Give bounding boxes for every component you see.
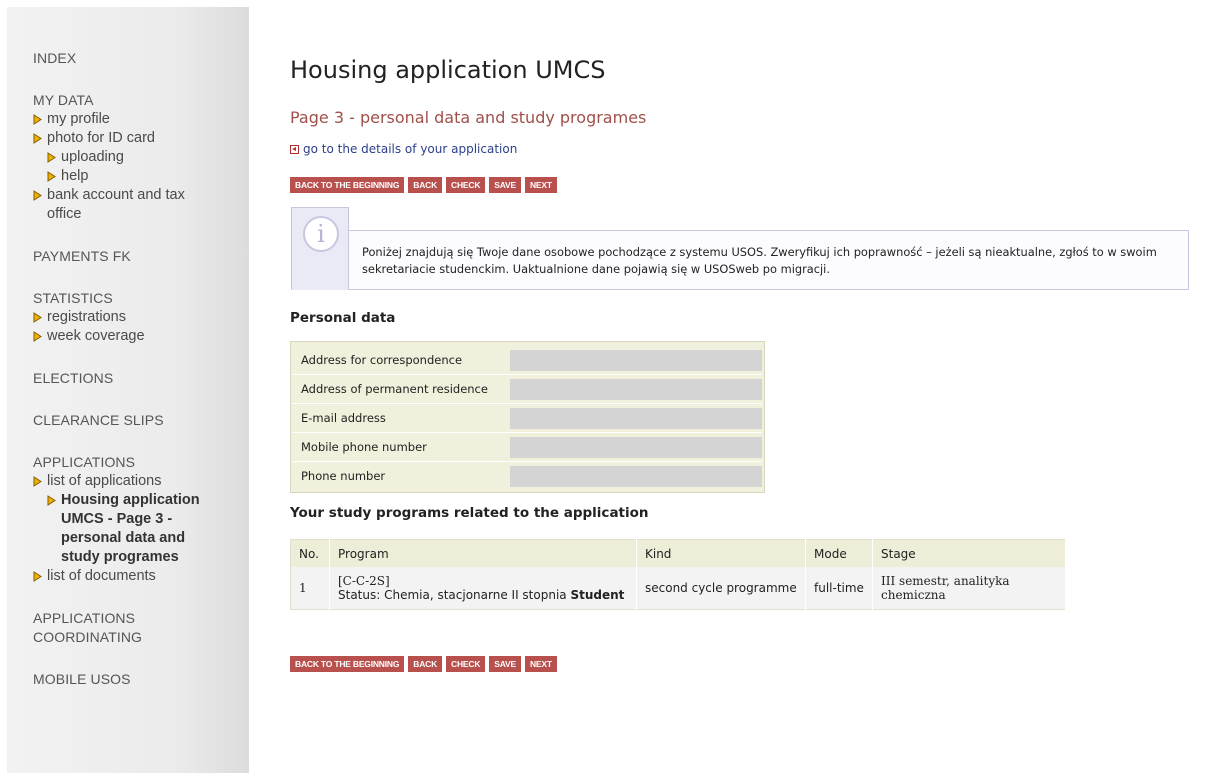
field-label: Address for correspondence (301, 353, 463, 367)
table-row: Phone number (293, 461, 762, 490)
next-button[interactable]: NEXT (524, 656, 557, 672)
table-row: Mobile phone number (293, 432, 762, 461)
mobile-phone-value (509, 436, 762, 458)
sidebar-item-week-coverage[interactable]: week coverage (33, 327, 249, 346)
bullet-icon (33, 476, 42, 487)
info-icon: i (303, 216, 339, 252)
sidebar: INDEX MY DATA my profile photo for ID ca… (7, 7, 249, 773)
sidebar-item-list-of-documents[interactable]: list of documents (33, 567, 249, 586)
sidebar-item-my-profile[interactable]: my profile (33, 110, 249, 129)
sidebar-section-statistics: STATISTICS registrations week coverage (33, 289, 249, 346)
back-to-beginning-button[interactable]: BACK TO THE BEGINNING (290, 656, 405, 672)
sidebar-section-payments: PAYMENTS FK (33, 247, 249, 266)
column-header: Mode (805, 539, 873, 567)
sidebar-section-elections: ELECTIONS (33, 369, 249, 388)
study-programs-table: No. Program Kind Mode Stage 1 [C-C-2S] S… (290, 539, 1066, 610)
program-cell: [C-C-2S] Status: Chemia, stacjonarne II … (329, 567, 637, 610)
bullet-icon (47, 171, 56, 182)
program-status: Status: Chemia, stacjonarne II stopnia S… (338, 588, 625, 602)
sidebar-link-payments[interactable]: PAYMENTS FK (33, 247, 249, 266)
bullet-icon (33, 133, 42, 144)
sidebar-item-photo-id-card[interactable]: photo for ID card (33, 129, 249, 148)
phone-value (509, 465, 762, 487)
sidebar-item-help[interactable]: help (47, 167, 249, 186)
page-subtitle: Page 3 - personal data and study program… (290, 108, 647, 127)
field-label: E-mail address (301, 411, 386, 425)
personal-data-table: Address for correspondence Address of pe… (290, 341, 765, 493)
back-button[interactable]: BACK (408, 177, 443, 193)
bullet-icon (33, 190, 42, 201)
sidebar-link-mobile-usos[interactable]: MOBILE USOS (33, 670, 249, 689)
button-row-bottom: BACK TO THE BEGINNING BACK CHECK SAVE NE… (290, 656, 557, 672)
stage-cell: III semestr, analityka chemiczna (872, 567, 1066, 610)
column-header: Program (329, 539, 637, 567)
sidebar-link-applications-coordinating[interactable]: APPLICATIONS COORDINATING (33, 609, 173, 647)
column-header: Stage (872, 539, 1066, 567)
sidebar-item-list-of-applications[interactable]: list of applications (33, 472, 249, 491)
sidebar-link-elections[interactable]: ELECTIONS (33, 369, 249, 388)
sidebar-section-my-data: MY DATA my profile photo for ID card upl… (33, 91, 249, 224)
table-row: 1 [C-C-2S] Status: Chemia, stacjonarne I… (290, 567, 1066, 610)
save-button[interactable]: SAVE (489, 656, 521, 672)
bullet-icon (33, 114, 42, 125)
field-label: Mobile phone number (301, 440, 427, 454)
bullet-icon (33, 331, 42, 342)
back-arrow-icon (290, 144, 299, 154)
sidebar-item-housing-application-active[interactable]: Housing application UMCS - Page 3 - pers… (47, 491, 211, 567)
sidebar-section-clearance: CLEARANCE SLIPS (33, 411, 249, 430)
next-button[interactable]: NEXT (524, 177, 557, 193)
address-permanent-value (509, 378, 762, 400)
table-row: Address of permanent residence (293, 374, 762, 403)
column-header: No. (290, 539, 330, 567)
field-label: Phone number (301, 469, 386, 483)
sidebar-link-index[interactable]: INDEX (33, 49, 249, 68)
sidebar-link-statistics[interactable]: STATISTICS (33, 289, 249, 308)
study-programs-heading: Your study programs related to the appli… (290, 505, 649, 521)
bullet-icon (47, 495, 56, 506)
bullet-icon (47, 152, 56, 163)
page-title: Housing application UMCS (290, 56, 606, 84)
sidebar-section-index: INDEX (33, 49, 249, 68)
sidebar-section-mobile-usos: MOBILE USOS (33, 670, 249, 689)
table-header-row: No. Program Kind Mode Stage (290, 539, 1066, 567)
back-to-beginning-button[interactable]: BACK TO THE BEGINNING (290, 177, 405, 193)
info-message: Poniżej znajdują się Twoje dane osobowe … (362, 245, 1157, 276)
sidebar-item-uploading[interactable]: uploading (47, 148, 249, 167)
table-row: E-mail address (293, 403, 762, 432)
check-button[interactable]: CHECK (446, 656, 486, 672)
mode-cell: full-time (805, 567, 873, 610)
details-link[interactable]: go to the details of your application (290, 142, 517, 156)
field-label: Address of permanent residence (301, 382, 488, 396)
program-code: [C-C-2S] (338, 574, 390, 588)
check-button[interactable]: CHECK (446, 177, 486, 193)
sidebar-link-clearance-slips[interactable]: CLEARANCE SLIPS (33, 411, 249, 430)
email-value (509, 407, 762, 429)
sidebar-link-my-data[interactable]: MY DATA (33, 91, 249, 110)
sidebar-item-bank-account[interactable]: bank account and tax office (33, 186, 207, 224)
save-button[interactable]: SAVE (489, 177, 521, 193)
bullet-icon (33, 312, 42, 323)
button-row-top: BACK TO THE BEGINNING BACK CHECK SAVE NE… (290, 177, 557, 193)
sidebar-section-applications-coordinating: APPLICATIONS COORDINATING (33, 609, 249, 647)
sidebar-link-applications[interactable]: APPLICATIONS (33, 453, 249, 472)
sidebar-item-registrations[interactable]: registrations (33, 308, 249, 327)
personal-data-heading: Personal data (290, 310, 396, 326)
row-number: 1 (290, 567, 330, 610)
kind-cell: second cycle programme (636, 567, 806, 610)
address-correspondence-value (509, 349, 762, 371)
back-button[interactable]: BACK (408, 656, 443, 672)
table-row: Address for correspondence (293, 346, 762, 374)
bullet-icon (33, 571, 42, 582)
column-header: Kind (636, 539, 806, 567)
sidebar-section-applications: APPLICATIONS list of applications Housin… (33, 453, 249, 586)
